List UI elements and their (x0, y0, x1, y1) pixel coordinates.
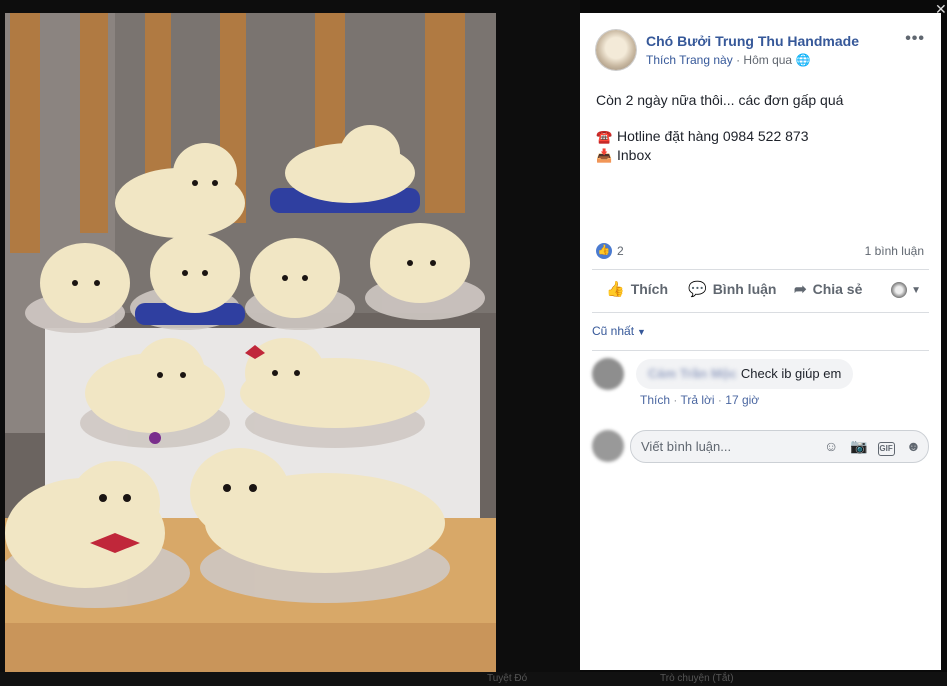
comment-text: Check ib giúp em (740, 366, 842, 381)
inbox-tray-icon: 📥 (596, 148, 613, 163)
comment-like-link[interactable]: Thích (640, 393, 670, 407)
divider (592, 269, 929, 270)
share-label: Chia sẻ (812, 281, 863, 297)
photo-viewer (0, 0, 580, 686)
post-line: Còn 2 ngày nữa thôi... các đơn gấp quá (596, 92, 844, 108)
inbox-text: Inbox (617, 147, 652, 163)
post-meta: Thích Trang này · Hôm qua 🌐 (646, 53, 810, 67)
post-as-selector[interactable]: ▼ (891, 281, 921, 299)
like-page-link[interactable]: Thích Trang này (646, 53, 733, 67)
smiley-icon[interactable]: ☺ (823, 438, 840, 455)
comment-button[interactable]: 💬 Bình luận (688, 280, 776, 298)
sticker-icon[interactable]: ☻ (905, 438, 922, 455)
comment-placeholder: Viết bình luận... (641, 439, 732, 454)
photo-illustration (5, 13, 496, 672)
comment-label: Bình luận (712, 281, 777, 297)
divider (592, 350, 929, 351)
hotline-text: Hotline đặt hàng 0984 522 873 (617, 128, 809, 144)
write-comment-row: Viết bình luận... ☺ 📷 GIF ☻ (592, 428, 929, 464)
post-panel: Chó Bưởi Trung Thu Handmade Thích Trang … (580, 13, 941, 670)
like-reaction-icon[interactable]: 👍 (596, 243, 612, 259)
comment-input[interactable]: Viết bình luận... ☺ 📷 GIF ☻ (630, 430, 929, 463)
viewer-avatar (592, 430, 624, 462)
comment-input-icons: ☺ 📷 GIF ☻ (817, 438, 922, 456)
chevron-down-icon: ▼ (911, 284, 921, 296)
comment-time[interactable]: 17 giờ (725, 393, 759, 407)
comment-item: Cám Trần Mộc Check ib giúp em Thích · Trả… (592, 358, 929, 418)
post-time[interactable]: Hôm qua (743, 53, 792, 67)
sort-label: Cũ nhất (592, 324, 635, 338)
viewer-avatar (891, 282, 908, 299)
like-label: Thích (630, 281, 669, 297)
share-arrow-icon: ➦ (794, 281, 807, 298)
page-avatar[interactable] (596, 30, 636, 70)
globe-icon: 🌐 (795, 53, 811, 67)
share-button[interactable]: ➦ Chia sẻ (794, 280, 862, 298)
comment-reply-link[interactable]: Trả lời (680, 393, 714, 407)
gif-icon[interactable]: GIF (877, 442, 895, 456)
chat-status[interactable]: Trò chuyện (Tắt) (660, 673, 734, 684)
chevron-down-icon: ▼ (637, 327, 646, 337)
post-inbox: 📥 Inbox (596, 146, 843, 165)
post-hotline: ☎️ Hotline đặt hàng 0984 522 873 (596, 127, 843, 146)
post-body: Còn 2 ngày nữa thôi... các đơn gấp quá ☎… (596, 91, 843, 165)
bottom-bar: Tuyệt Đó Trò chuyện (Tắt) (0, 672, 947, 686)
post-spacer (596, 109, 843, 127)
thumbs-up-icon: 👍 (606, 281, 625, 298)
page-name-link[interactable]: Chó Bưởi Trung Thu Handmade (646, 33, 859, 49)
divider (592, 312, 929, 313)
commenter-avatar[interactable] (592, 358, 624, 390)
comment-sep: · (717, 393, 722, 407)
post-header: Chó Bưởi Trung Thu Handmade Thích Trang … (596, 30, 931, 72)
more-options-button[interactable]: ••• (905, 30, 925, 48)
action-bar: 👍 Thích 💬 Bình luận ➦ Chia sẻ ▼ (592, 280, 929, 304)
camera-icon[interactable]: 📷 (850, 438, 867, 455)
bottom-bar-left[interactable]: Tuyệt Đó (487, 673, 527, 684)
comment-actions: Thích · Trả lời · 17 giờ (640, 393, 759, 407)
like-button[interactable]: 👍 Thích (606, 280, 668, 298)
commenter-name[interactable]: Cám Trần Mộc (648, 359, 737, 389)
comment-sep: · (673, 393, 678, 407)
speech-bubble-icon: 💬 (688, 281, 707, 298)
meta-separator: · (736, 53, 741, 67)
telephone-icon: ☎️ (596, 129, 613, 144)
reaction-summary: 👍 2 1 bình luận (596, 243, 924, 261)
like-count[interactable]: 2 (617, 244, 624, 258)
comment-count[interactable]: 1 bình luận (865, 244, 924, 258)
post-photo[interactable] (5, 13, 496, 672)
comment-bubble: Cám Trần Mộc Check ib giúp em (636, 359, 854, 389)
comment-sort-dropdown[interactable]: Cũ nhất ▼ (592, 324, 646, 338)
